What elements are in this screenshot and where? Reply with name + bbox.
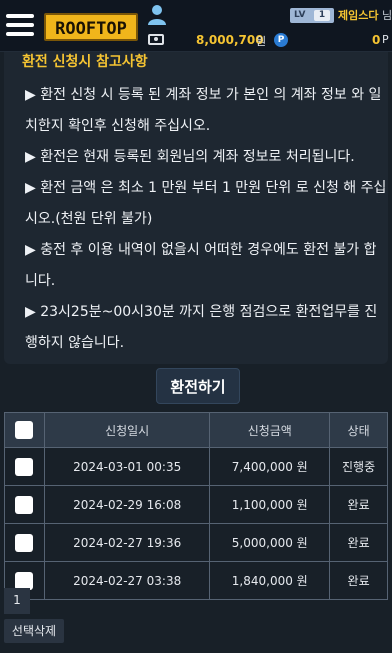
- row-amount: 1,100,000 원: [209, 485, 331, 524]
- notice-item: ▶ 환전은 현재 등록된 회원님의 계좌 정보로 처리됩니다.: [25, 149, 355, 165]
- select-all-cell: [4, 412, 45, 448]
- row-date: 2024-02-29 16:08: [43, 485, 211, 524]
- column-header-amount: 신청금액: [209, 412, 331, 448]
- level-badge: LV 1: [290, 8, 334, 23]
- withdraw-history-table: 신청일시 신청금액 상태 2024-03-01 00:35 7,400,000 …: [4, 412, 388, 600]
- table-row: 2024-02-27 19:36 5,000,000 원 완료: [4, 523, 388, 562]
- table-row: 2024-02-27 03:38 1,840,000 원 완료: [4, 561, 388, 600]
- delete-selected-button[interactable]: 선택삭제: [4, 619, 64, 643]
- wallet-icon: [148, 34, 164, 45]
- column-header-date: 신청일시: [43, 412, 211, 448]
- balance-amount: 8,000,700: [196, 33, 264, 47]
- notice-item: ▶ 환전 금액 은 최소 1 만원 부터 1 만원 단위 로 신청 해 주십시오…: [25, 180, 387, 227]
- row-amount: 7,400,000 원: [209, 447, 331, 486]
- points-amount: 0: [372, 33, 381, 47]
- user-icon[interactable]: [146, 4, 168, 26]
- notice-item: ▶ 환전 신청 시 등록 된 계좌 정보 가 본인 의 계좌 정보 와 일치한지…: [25, 87, 382, 134]
- table-row: 2024-03-01 00:35 7,400,000 원 진행중: [4, 447, 388, 486]
- row-status: 완료: [329, 561, 388, 600]
- table-row: 2024-02-29 16:08 1,100,000 원 완료: [4, 485, 388, 524]
- page-number-button[interactable]: 1: [4, 588, 30, 614]
- row-checkbox[interactable]: [15, 495, 34, 514]
- notice-item: ▶ 충전 후 이용 내역이 없을시 어떠한 경우에도 환전 불가 합니다.: [25, 242, 377, 289]
- username: 제임스다: [338, 9, 379, 22]
- top-header: ROOFTOP LV 1 제임스다 님 8,000,700 원 P 0 P: [0, 0, 392, 52]
- table-header-row: 신청일시 신청금액 상태: [4, 412, 388, 448]
- row-status: 완료: [329, 485, 388, 524]
- notice-title: 환전 신청시 참고사항: [22, 54, 148, 70]
- notice-item: ▶ 23시25분~00시30분 까지 은행 점검으로 환전업무를 진행하지 않습…: [25, 304, 378, 351]
- select-all-checkbox[interactable]: [15, 421, 34, 439]
- level-value: 1: [314, 10, 330, 21]
- withdraw-button[interactable]: 환전하기: [156, 368, 240, 404]
- row-checkbox[interactable]: [15, 571, 34, 590]
- row-amount: 1,840,000 원: [209, 561, 331, 600]
- row-checkbox-cell: [4, 447, 45, 486]
- notice-list: ▶ 환전 신청 시 등록 된 계좌 정보 가 본인 의 계좌 정보 와 일치한지…: [25, 80, 387, 359]
- balance-unit: 원: [256, 35, 267, 48]
- menu-icon[interactable]: [6, 14, 34, 36]
- points-unit: P: [382, 33, 389, 46]
- withdraw-notice-box: 환전 신청시 참고사항 ▶ 환전 신청 시 등록 된 계좌 정보 가 본인 의 …: [4, 36, 388, 364]
- level-label: LV: [294, 10, 306, 20]
- column-header-status: 상태: [329, 412, 388, 448]
- row-date: 2024-03-01 00:35: [43, 447, 211, 486]
- site-logo[interactable]: ROOFTOP: [44, 13, 138, 41]
- username-suffix: 님: [382, 9, 392, 22]
- row-date: 2024-02-27 03:38: [43, 561, 211, 600]
- row-status: 완료: [329, 523, 388, 562]
- row-date: 2024-02-27 19:36: [43, 523, 211, 562]
- row-amount: 5,000,000 원: [209, 523, 331, 562]
- row-checkbox-cell: [4, 523, 45, 562]
- point-icon: P: [274, 33, 288, 47]
- row-status: 진행중: [329, 447, 388, 486]
- row-checkbox[interactable]: [15, 457, 34, 476]
- row-checkbox[interactable]: [15, 533, 34, 552]
- row-checkbox-cell: [4, 485, 45, 524]
